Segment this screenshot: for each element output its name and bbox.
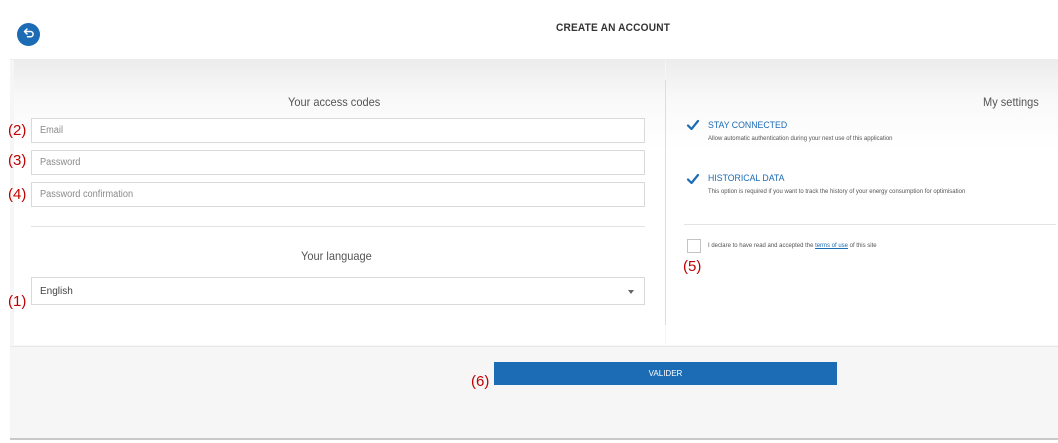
- historical-data-description: This option is required if you want to t…: [708, 188, 966, 195]
- password-confirmation-placeholder: Password confirmation: [40, 189, 134, 200]
- page-title: CREATE AN ACCOUNT: [556, 22, 671, 34]
- marker-password-confirmation: (4): [8, 186, 27, 203]
- password-field[interactable]: Password: [31, 150, 645, 175]
- marker-language: (1): [8, 293, 27, 310]
- back-button[interactable]: [17, 23, 40, 46]
- footer-divider: [10, 346, 1058, 347]
- marker-validate: (6): [471, 373, 490, 390]
- header-bar: [10, 10, 1058, 60]
- checkmark-icon: [686, 173, 700, 190]
- marker-email: (2): [8, 122, 27, 139]
- chevron-down-icon: [628, 286, 634, 297]
- section-divider: [31, 226, 645, 227]
- settings-divider: [684, 224, 1056, 225]
- terms-checkbox[interactable]: [687, 239, 701, 253]
- terms-suffix: of this site: [849, 242, 877, 249]
- stay-connected-description: Allow automatic authentication during yo…: [708, 135, 893, 142]
- password-confirmation-field[interactable]: Password confirmation: [31, 182, 645, 207]
- panel-divider: [665, 80, 666, 325]
- stay-connected-checkbox[interactable]: [686, 118, 700, 132]
- marker-password: (3): [8, 152, 27, 169]
- terms-of-use-link[interactable]: terms of use: [815, 242, 848, 249]
- settings-title: My settings: [983, 95, 1039, 109]
- back-arrow-icon: [23, 26, 35, 44]
- email-field[interactable]: Email: [31, 118, 645, 143]
- stay-connected-label: STAY CONNECTED: [708, 120, 788, 131]
- language-title: Your language: [301, 249, 372, 263]
- email-placeholder: Email: [40, 125, 64, 136]
- validate-button[interactable]: VALIDER: [494, 362, 837, 385]
- checkmark-icon: [686, 119, 700, 136]
- language-select[interactable]: English: [31, 277, 645, 305]
- access-codes-title: Your access codes: [288, 95, 381, 109]
- validate-button-label: VALIDER: [648, 369, 683, 378]
- historical-data-checkbox[interactable]: [686, 172, 700, 186]
- historical-data-label: HISTORICAL DATA: [708, 173, 785, 184]
- language-selected-value: English: [40, 285, 73, 297]
- password-placeholder: Password: [40, 157, 81, 168]
- terms-prefix: I declare to have read and accepted the: [708, 242, 814, 249]
- terms-text: I declare to have read and accepted the …: [708, 242, 877, 249]
- marker-terms: (5): [683, 258, 702, 275]
